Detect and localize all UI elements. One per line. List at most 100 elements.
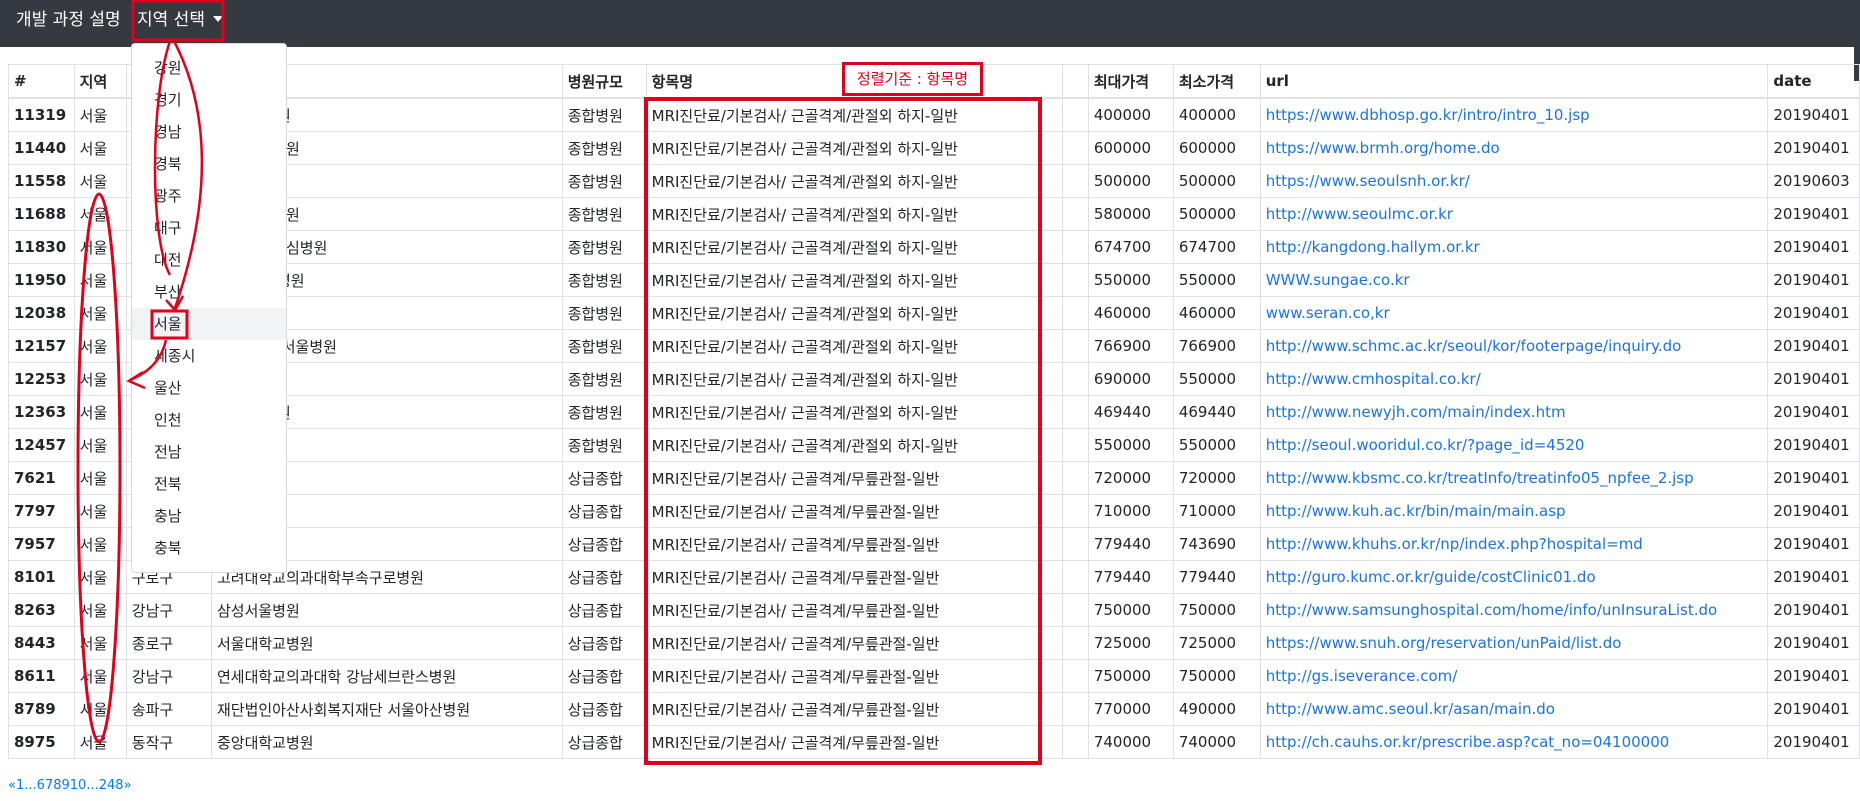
column-header[interactable]: url	[1259, 64, 1769, 99]
column-header[interactable]: 병원규모	[561, 64, 647, 99]
url-cell[interactable]: http://www.kbsmc.co.kr/treatInfo/treatin…	[1259, 461, 1769, 495]
pagination-page[interactable]: 1	[16, 778, 24, 793]
item-cell: MRI진단료/기본검사/ 근골격계/무릎관절-일반	[645, 527, 1063, 561]
column-header[interactable]	[1061, 64, 1089, 99]
sort-criteria-label: 정렬기준 : 항목명	[842, 62, 983, 96]
url-cell[interactable]: http://kangdong.hallym.or.kr	[1259, 230, 1769, 264]
url-cell[interactable]: http://www.amc.seoul.kr/asan/main.do	[1259, 692, 1769, 726]
region-option[interactable]: 대구	[132, 212, 286, 244]
url-cell[interactable]: www.seran.co,kr	[1259, 296, 1769, 330]
gap-cell	[1061, 527, 1089, 561]
date-cell: 20190401	[1767, 230, 1860, 264]
region-option[interactable]: 울산	[132, 372, 286, 404]
region-cell: 서울	[73, 296, 127, 330]
min-cell: 750000	[1172, 593, 1261, 627]
item-cell: MRI진단료/기본검사/ 근골격계/무릎관절-일반	[645, 560, 1063, 594]
pagination-ellipsis: ...	[24, 778, 37, 793]
size-cell: 상급종합	[561, 692, 647, 726]
url-cell[interactable]: http://ch.cauhs.or.kr/prescribe.asp?cat_…	[1259, 725, 1769, 759]
region-option[interactable]: 세종시	[132, 340, 286, 372]
url-cell[interactable]: http://www.seoulmc.or.kr	[1259, 197, 1769, 231]
min-cell: 766900	[1172, 329, 1261, 363]
url-cell[interactable]: https://www.brmh.org/home.do	[1259, 131, 1769, 165]
pagination-page[interactable]: 10	[70, 778, 87, 793]
region-dropdown-toggle[interactable]: 지역 선택	[137, 0, 223, 47]
min-cell: 725000	[1172, 626, 1261, 660]
item-cell: MRI진단료/기본검사/ 근골격계/무릎관절-일반	[645, 626, 1063, 660]
hospital-cell: 서울대학교병원	[210, 626, 563, 660]
region-cell: 서울	[73, 461, 127, 495]
pagination-page[interactable]: 8	[53, 778, 61, 793]
pagination-page[interactable]: 6	[37, 778, 45, 793]
item-cell: MRI진단료/기본검사/ 근골격계/무릎관절-일반	[645, 725, 1063, 759]
url-cell[interactable]: http://gs.iseverance.com/	[1259, 659, 1769, 693]
url-cell[interactable]: https://www.dbhosp.go.kr/intro/intro_10.…	[1259, 97, 1769, 132]
region-option[interactable]: 대전	[132, 244, 286, 276]
caret-down-icon	[212, 16, 223, 22]
size-cell: 종합병원	[561, 296, 647, 330]
id-cell: 8101	[8, 560, 75, 594]
url-cell[interactable]: http://seoul.wooridul.co.kr/?page_id=452…	[1259, 428, 1769, 462]
region-option[interactable]: 경기	[132, 84, 286, 116]
gap-cell	[1061, 296, 1089, 330]
size-cell: 상급종합	[561, 560, 647, 594]
region-option[interactable]: 충북	[132, 532, 286, 564]
table-row: 8263 서울 강남구 삼성서울병원 상급종합 MRI진단료/기본검사/ 근골격계/무릎관…	[8, 593, 1860, 627]
region-option[interactable]: 광주	[132, 180, 286, 212]
url-cell[interactable]: https://www.snuh.org/reservation/unPaid/…	[1259, 626, 1769, 660]
pagination-page[interactable]: 7	[45, 778, 53, 793]
region-option[interactable]: 강원	[132, 52, 286, 84]
date-cell: 20190401	[1767, 131, 1860, 165]
region-option[interactable]: 경북	[132, 148, 286, 180]
region-option[interactable]: 부산	[132, 276, 286, 308]
region-option[interactable]: 전남	[132, 436, 286, 468]
id-cell: 11950	[8, 263, 75, 297]
url-cell[interactable]: http://www.kuh.ac.kr/bin/main/main.asp	[1259, 494, 1769, 528]
item-cell: MRI진단료/기본검사/ 근골격계/무릎관절-일반	[645, 461, 1063, 495]
url-cell[interactable]: http://guro.kumc.or.kr/guide/costClinic0…	[1259, 560, 1769, 594]
url-cell[interactable]: http://www.cmhospital.co.kr/	[1259, 362, 1769, 396]
gap-cell	[1061, 659, 1089, 693]
item-cell: MRI진단료/기본검사/ 근골격계/관절외 하지-일반	[645, 197, 1063, 231]
min-cell: 600000	[1172, 131, 1261, 165]
region-option[interactable]: 충남	[132, 500, 286, 532]
id-cell: 11830	[8, 230, 75, 264]
max-cell: 720000	[1087, 461, 1174, 495]
region-option[interactable]: 경남	[132, 116, 286, 148]
url-cell[interactable]: http://www.newyjh.com/main/index.htm	[1259, 395, 1769, 429]
url-cell[interactable]: http://www.samsunghospital.com/home/info…	[1259, 593, 1769, 627]
max-cell: 550000	[1087, 263, 1174, 297]
region-option[interactable]: 인천	[132, 404, 286, 436]
pagination-page[interactable]: 9	[62, 778, 70, 793]
pagination-page[interactable]: 248	[99, 778, 124, 793]
column-header[interactable]: date	[1767, 64, 1860, 99]
column-header[interactable]: 최대가격	[1087, 64, 1174, 99]
item-cell: MRI진단료/기본검사/ 근골격계/무릎관절-일반	[645, 494, 1063, 528]
item-cell: MRI진단료/기본검사/ 근골격계/무릎관절-일반	[645, 593, 1063, 627]
region-option-selected[interactable]: 서울	[132, 308, 286, 340]
item-cell: MRI진단료/기본검사/ 근골격계/관절외 하지-일반	[645, 395, 1063, 429]
gap-cell	[1061, 626, 1089, 660]
pagination-next[interactable]: »	[124, 778, 132, 793]
item-cell: MRI진단료/기본검사/ 근골격계/관절외 하지-일반	[645, 329, 1063, 363]
size-cell: 종합병원	[561, 131, 647, 165]
id-cell: 8263	[8, 593, 75, 627]
date-cell: 20190401	[1767, 725, 1860, 759]
url-cell[interactable]: http://www.khuhs.or.kr/np/index.php?hosp…	[1259, 527, 1769, 561]
url-cell[interactable]: https://www.seoulsnh.or.kr/	[1259, 164, 1769, 198]
item-cell: MRI진단료/기본검사/ 근골격계/관절외 하지-일반	[645, 296, 1063, 330]
column-header[interactable]: 지역	[73, 64, 127, 99]
size-cell: 상급종합	[561, 494, 647, 528]
region-cell: 서울	[73, 329, 127, 363]
gap-cell	[1061, 593, 1089, 627]
column-header[interactable]: #	[8, 64, 75, 99]
nav-about-link[interactable]: 개발 과정 설명	[16, 0, 121, 47]
url-cell[interactable]: WWW.sungae.co.kr	[1259, 263, 1769, 297]
size-cell: 종합병원	[561, 329, 647, 363]
min-cell: 710000	[1172, 494, 1261, 528]
pagination-prev[interactable]: «	[8, 778, 16, 793]
date-cell: 20190401	[1767, 593, 1860, 627]
url-cell[interactable]: http://www.schmc.ac.kr/seoul/kor/footerp…	[1259, 329, 1769, 363]
column-header[interactable]: 최소가격	[1172, 64, 1261, 99]
region-option[interactable]: 전북	[132, 468, 286, 500]
